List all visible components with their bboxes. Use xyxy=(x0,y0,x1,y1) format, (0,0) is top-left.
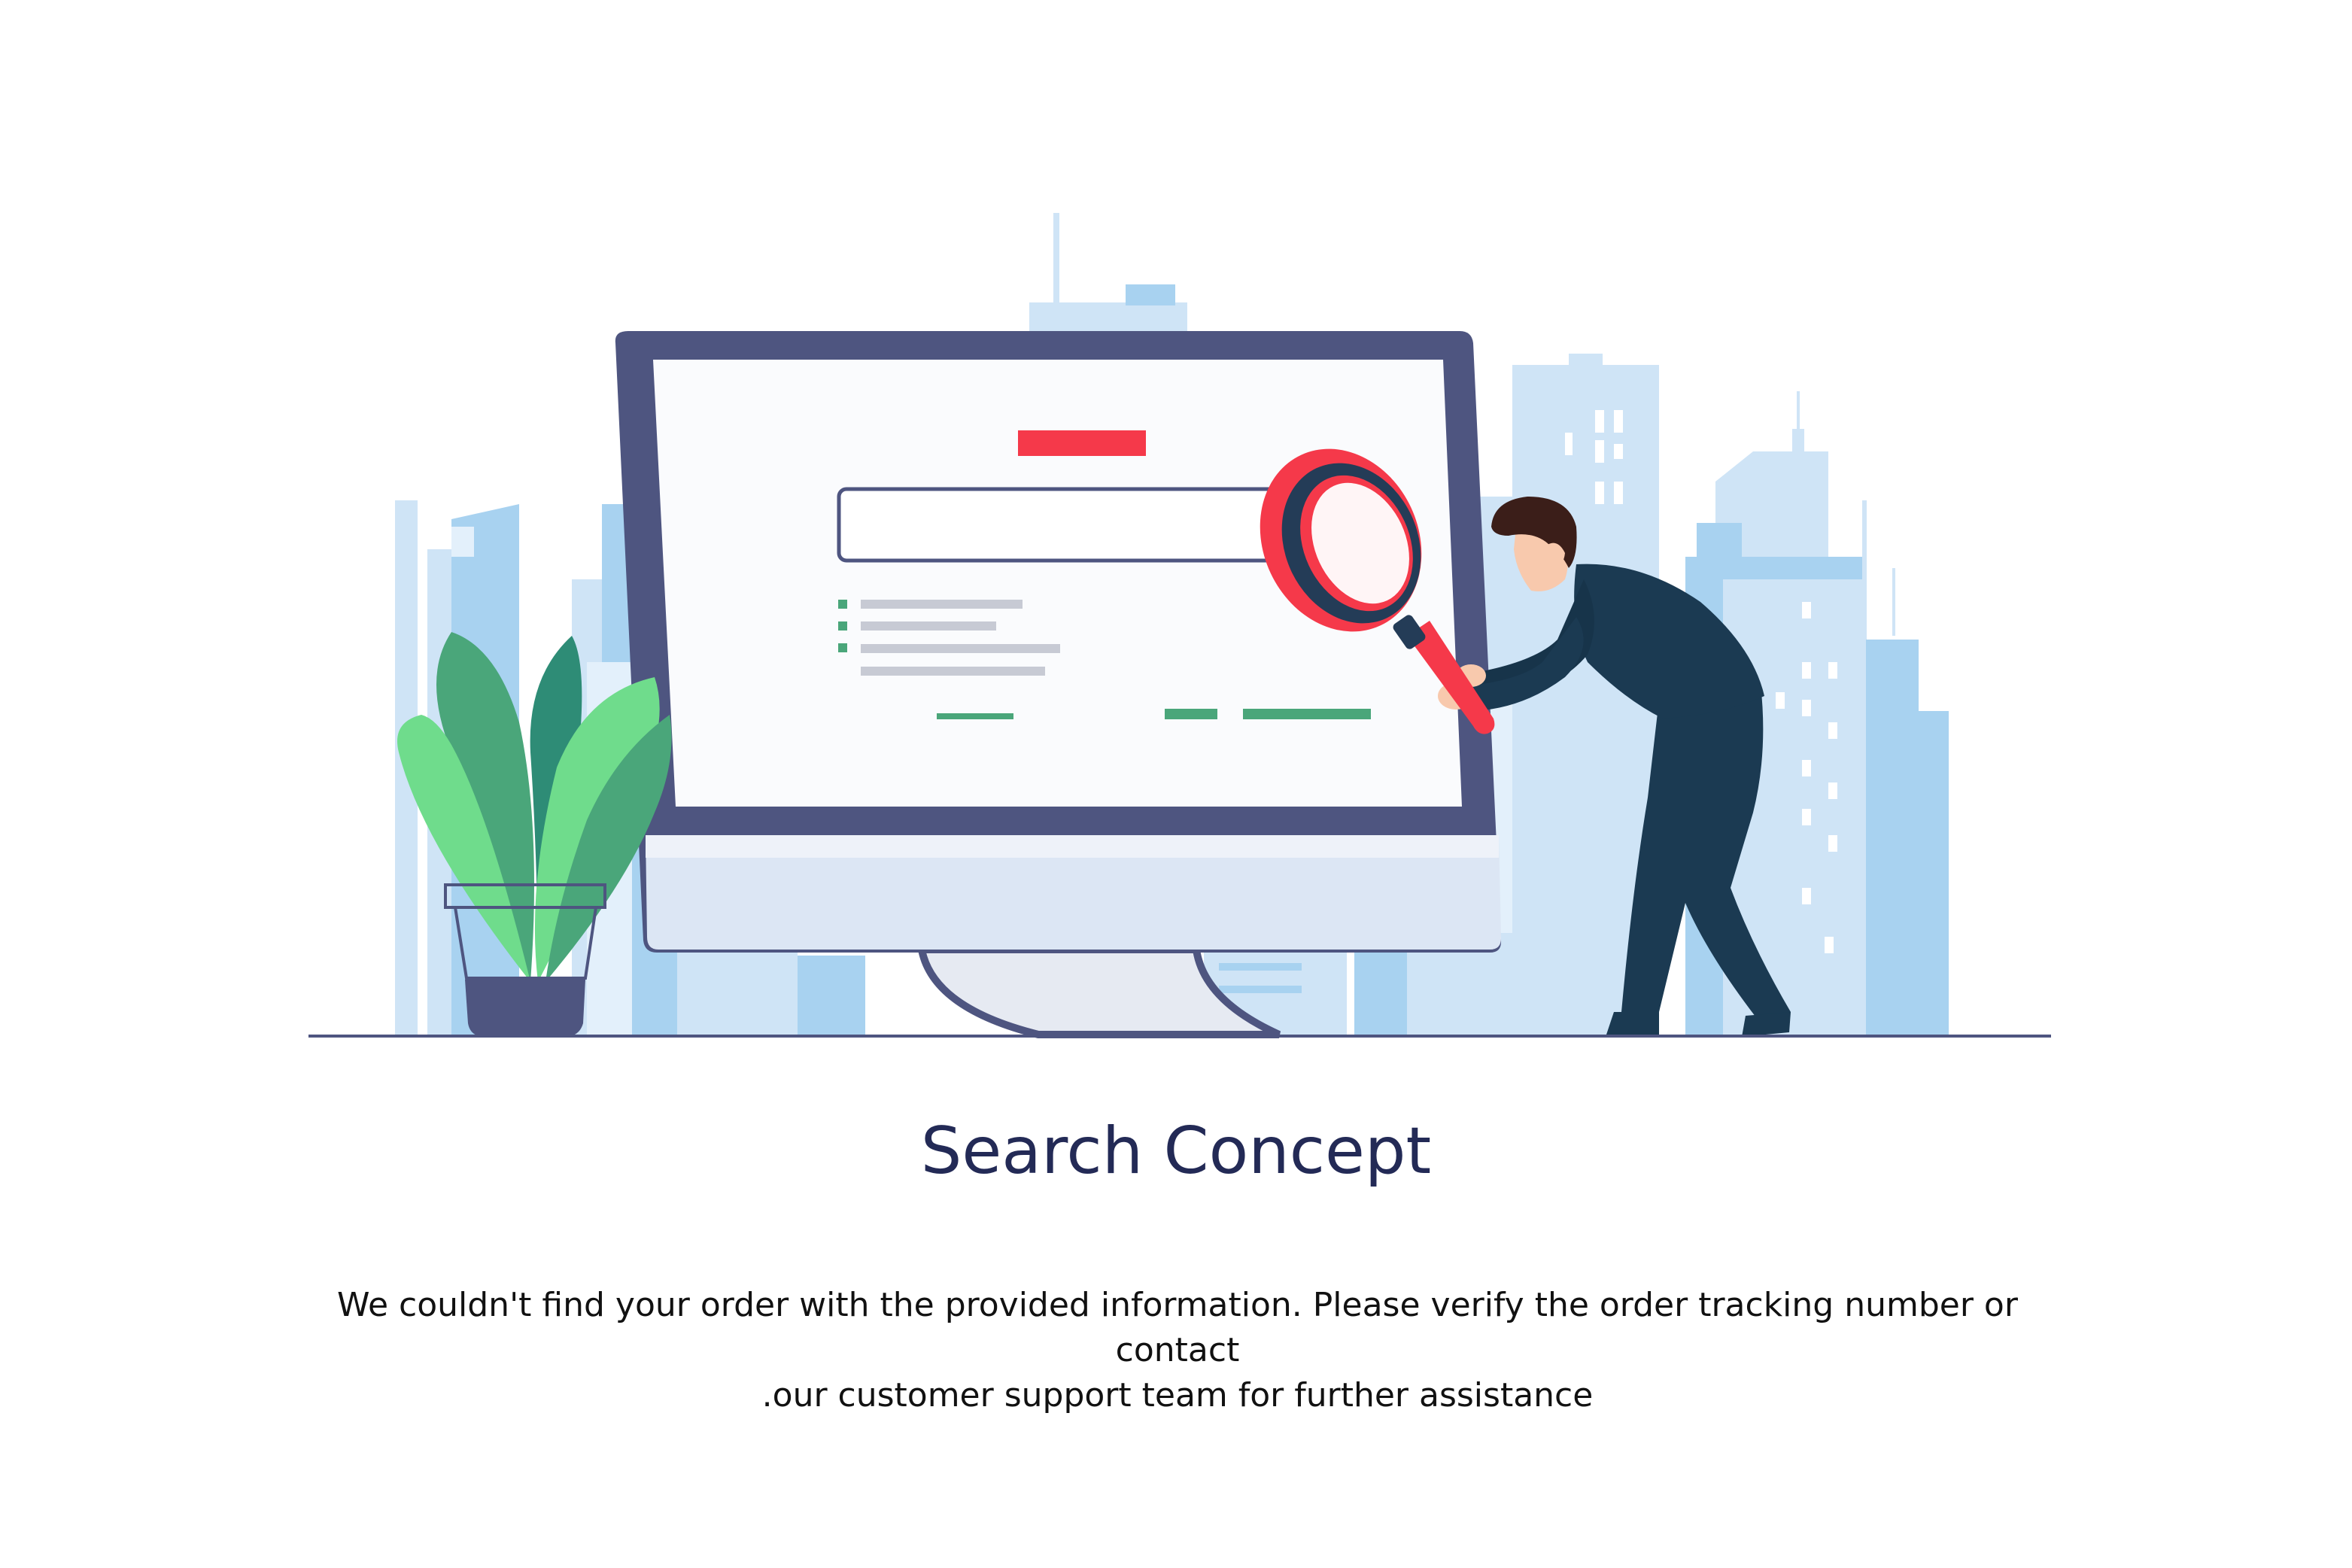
message-line-1: We couldn't find your order with the pro… xyxy=(337,1286,2018,1369)
ground-line xyxy=(308,1035,2051,1038)
page-title: Search Concept xyxy=(920,1114,1432,1189)
monitor-icon xyxy=(615,331,1502,1038)
message-line-2: .our customer support team for further a… xyxy=(761,1376,1594,1415)
search-concept-illustration xyxy=(308,213,2051,1038)
not-found-page: Search Concept We couldn't find your ord… xyxy=(0,0,2352,1568)
not-found-message: We couldn't find your order with the pro… xyxy=(316,1283,2039,1418)
